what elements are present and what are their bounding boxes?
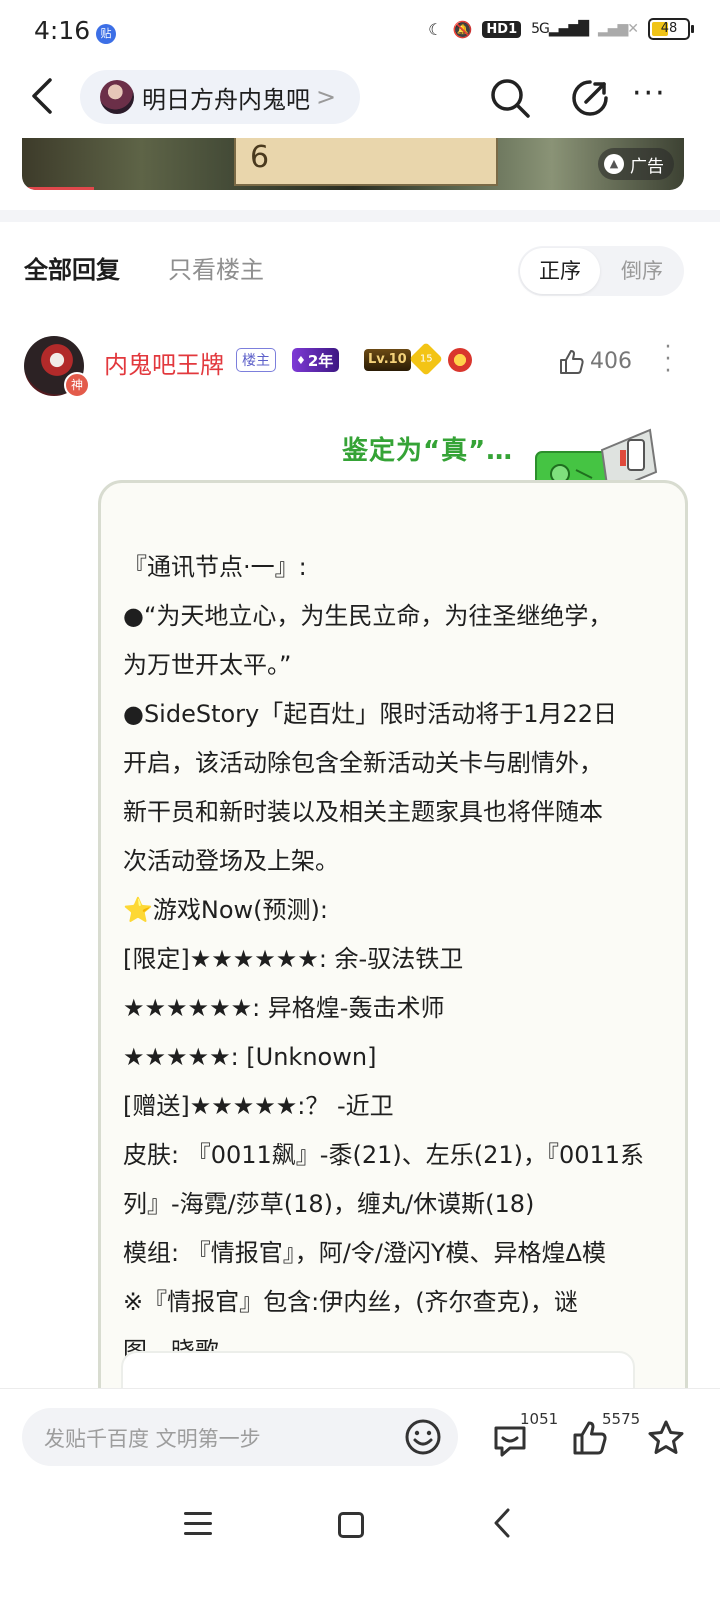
year-badge: ♦ 2年 [292, 348, 340, 372]
tieba-notification-icon: 贴 [96, 24, 116, 44]
moon-icon: ☾ [428, 19, 443, 39]
post-line: ●“为天地立心，为生民立命，为往圣继绝学， [123, 602, 613, 630]
mute-icon: 🔕 [452, 19, 473, 39]
post-more-button[interactable]: · · · [660, 337, 676, 383]
post-like-count: 406 [590, 349, 632, 374]
reply-count: 1051 [520, 1410, 559, 1428]
chevron-left-icon [494, 1508, 510, 1538]
battery-icon: 48 [648, 18, 694, 40]
sort-ascending-button[interactable]: 正序 [520, 248, 600, 294]
tab-op-only[interactable]: 只看楼主 [168, 250, 264, 285]
post-line: ★★★★★: [Unknown] [123, 1043, 377, 1071]
sort-descending-button[interactable]: 倒序 [602, 248, 682, 294]
post-line: [限定]★★★★★★: 余-驭法铁卫 [123, 945, 464, 973]
post-line: 新干员和新时装以及相关主题家具也将伴随本 [123, 798, 603, 826]
level-badge: Lv.10 [364, 349, 411, 371]
flame-icon: ♦ [296, 353, 306, 367]
post-line: ※『情报官』包含:伊内丝，(齐尔查克)，谜 [123, 1288, 578, 1316]
ad-badge[interactable]: ▲ 广告 [598, 148, 674, 180]
gift-badge-icon [448, 348, 472, 372]
ad-banner[interactable]: 6 ▲ 广告 [22, 138, 684, 190]
post-content-bubble: 『通讯节点·一』: ●“为天地立心，为生民立命，为往圣继绝学， 为万世开太平。”… [98, 480, 688, 1426]
thumbs-up-icon [560, 350, 584, 374]
forum-link[interactable]: 明日方舟内鬼吧 > [80, 70, 360, 124]
post-line: 次活动登场及上架。 [123, 847, 339, 875]
post-line: ⭐游戏Now(预测): [123, 896, 328, 924]
search-button[interactable] [488, 76, 532, 120]
section-divider [0, 210, 720, 222]
post-line: [赠送]★★★★★:？ -近卫 [123, 1092, 394, 1120]
comment-placeholder: 发贴千百度 文明第一步 [44, 1427, 261, 1451]
forum-name: 明日方舟内鬼吧 [142, 85, 310, 114]
system-back-button[interactable] [490, 1506, 514, 1548]
ad-image-card: 6 [234, 138, 498, 186]
post-line: 『通讯节点·一』: [123, 553, 307, 581]
star-icon [648, 1420, 684, 1454]
god-badge: 神 [64, 372, 90, 398]
home-button[interactable] [338, 1512, 364, 1538]
favorite-button[interactable] [646, 1418, 686, 1458]
emoji-button[interactable] [404, 1418, 442, 1456]
tab-all-replies[interactable]: 全部回复 [24, 250, 120, 285]
post-line: 模组: 『情报官』，阿/令/澄闪Y模、异格煌Δ模 [123, 1239, 606, 1267]
status-bar: 4:16 贴 ☾ 🔕 HD1 5G▂▄▆█ ▂▄▆✕ 48 [0, 0, 720, 66]
smiley-icon [405, 1419, 441, 1455]
gem-badge: 15 [409, 342, 443, 376]
sort-toggle: 正序 倒序 [518, 246, 684, 296]
ad-label: 广告 [630, 156, 664, 177]
recent-apps-button[interactable] [184, 1512, 212, 1538]
thread-like-count: 5575 [602, 1410, 641, 1428]
ad-progress-bar [22, 187, 94, 190]
post-body: 『通讯节点·一』: ●“为天地立心，为生民立命，为往圣继绝学， 为万世开太平。”… [123, 543, 663, 1376]
year-badge-label: 2年 [307, 351, 334, 370]
post-line: ●SideStory「起百灶」限时活动将于1月22日 [123, 700, 618, 728]
ad-card-number: 6 [250, 140, 270, 175]
forum-avatar [100, 80, 134, 114]
back-button[interactable] [26, 74, 66, 122]
status-time: 4:16 [34, 16, 91, 45]
share-button[interactable] [568, 76, 612, 120]
like-button[interactable] [558, 348, 586, 376]
share-icon [572, 80, 608, 116]
ad-logo-icon: ▲ [604, 154, 624, 174]
post-line: ★★★★★★: 异格煌-轰击术师 [123, 994, 445, 1022]
post-line: 为万世开太平。” [123, 651, 292, 679]
post-line: 列』-海霓/莎草(18)，缠丸/休谟斯(18) [123, 1190, 535, 1218]
hd-badge: HD1 [482, 20, 522, 38]
search-icon [491, 79, 530, 118]
sticker-caption: 鉴定为“真”… [342, 436, 514, 466]
username[interactable]: 内鬼吧王牌 [104, 345, 224, 380]
chevron-right-icon: > [316, 83, 337, 111]
signal-icon: 5G▂▄▆█ [531, 21, 589, 37]
status-indicators: ☾ 🔕 HD1 5G▂▄▆█ ▂▄▆✕ 48 [428, 18, 694, 40]
comment-input[interactable]: 发贴千百度 文明第一步 [22, 1408, 458, 1466]
op-badge: 楼主 [236, 348, 276, 372]
more-button[interactable]: ··· [632, 76, 676, 120]
chevron-left-icon [32, 78, 52, 114]
post-line: 开启，该活动除包含全新活动关卡与剧情外， [123, 749, 603, 777]
signal-2-icon: ▂▄▆✕ [597, 21, 639, 37]
post-line: 皮肤: 『0011飙』-黍(21)、左乐(21)，『0011系 [123, 1141, 645, 1169]
